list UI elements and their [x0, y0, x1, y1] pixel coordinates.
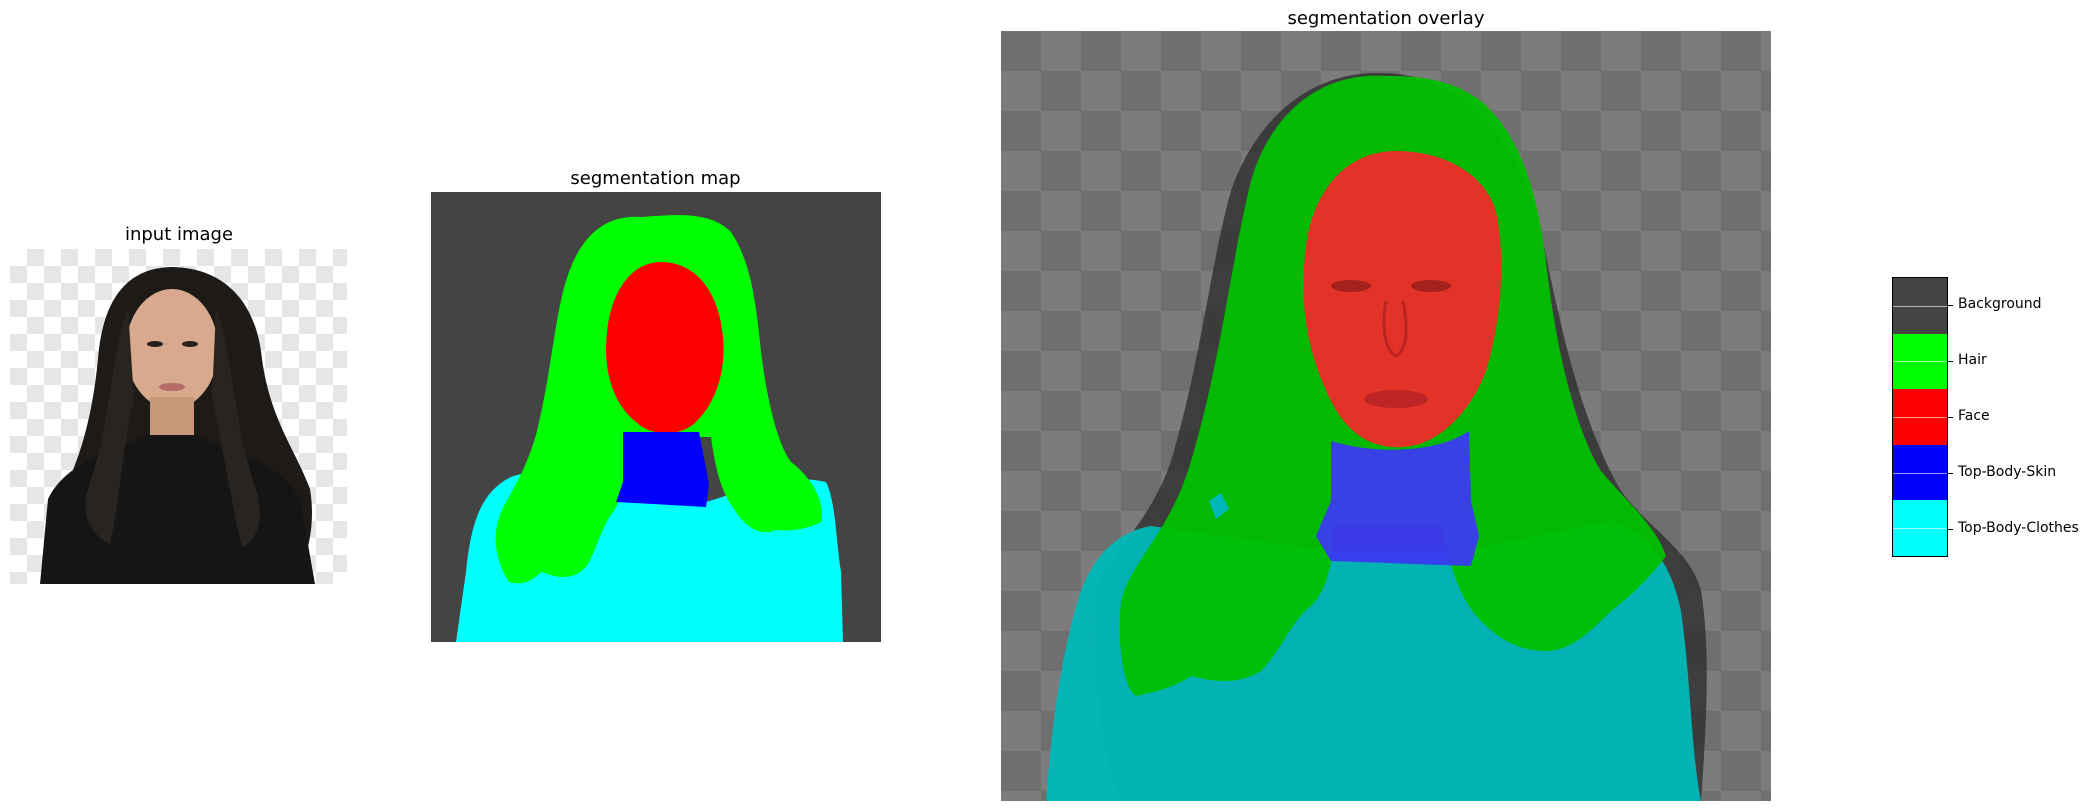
legend-colorbar: [1892, 277, 1948, 557]
legend-tick: [1948, 473, 1953, 474]
segmentation-map: [431, 192, 881, 642]
legend-swatch-hair: [1893, 333, 1947, 390]
segmentation-overlay: [1001, 31, 1771, 801]
segmentation-overlay-title: segmentation overlay: [1287, 8, 1485, 29]
legend-tick: [1948, 529, 1953, 530]
input-image: [10, 249, 347, 584]
legend-label-hair: Hair: [1958, 352, 1987, 368]
legend-swatch-top-body-clothes: [1893, 500, 1947, 556]
legend-label-face: Face: [1958, 408, 1990, 424]
legend-tick: [1948, 305, 1953, 306]
legend-swatch-background: [1893, 278, 1947, 334]
segmentation-map-title: segmentation map: [570, 168, 741, 189]
legend-label-top-body-clothes: Top-Body-Clothes: [1958, 520, 2079, 536]
legend-label-top-body-skin: Top-Body-Skin: [1958, 464, 2057, 480]
legend-tick: [1948, 361, 1953, 362]
segmentation-map-skin-region: [616, 432, 709, 507]
legend-swatch-top-body-skin: [1893, 444, 1947, 501]
overlay-skin-region: [1316, 431, 1479, 566]
legend-tick: [1948, 417, 1953, 418]
segmentation-map-face-region: [606, 262, 724, 434]
legend-swatch-face: [1893, 389, 1947, 445]
legend-label-background: Background: [1958, 296, 2042, 312]
input-image-title: input image: [124, 224, 234, 245]
